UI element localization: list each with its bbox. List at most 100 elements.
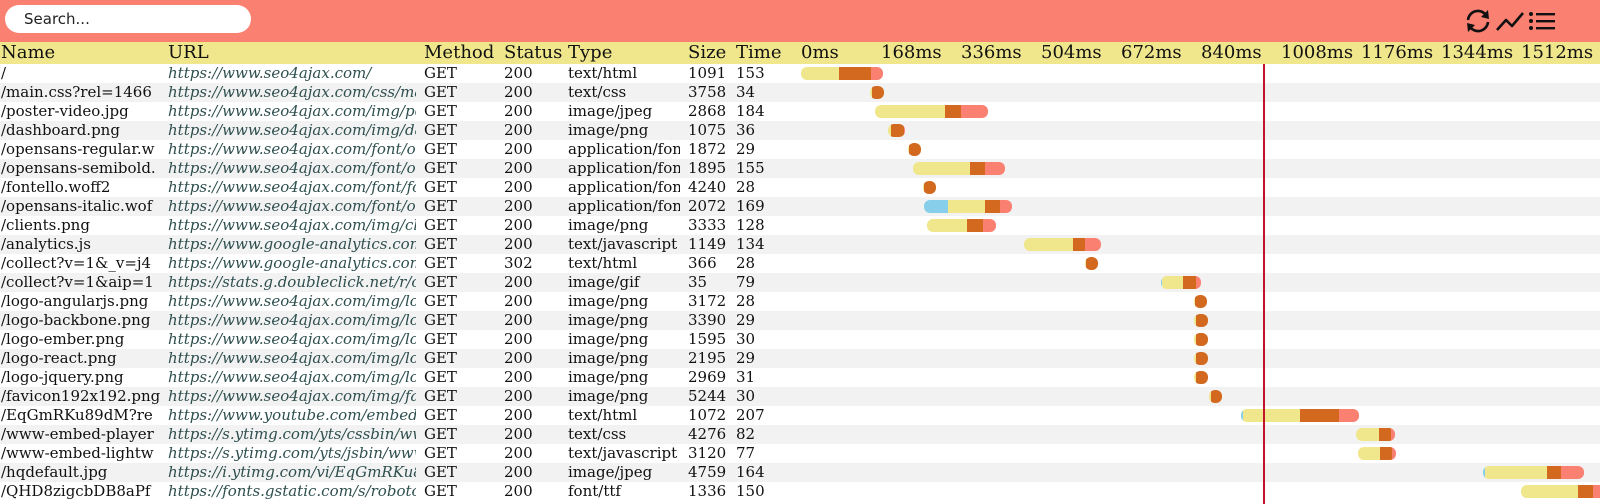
request-name: /logo-jquery.png [1,368,124,386]
request-name: /logo-ember.png [1,330,125,348]
request-row[interactable]: / https://www.seo4ajax.com/GET 200 text/htm… [0,64,1600,83]
waterfall-bar[interactable] [1084,257,1098,270]
waterfall-bar[interactable] [1241,409,1360,422]
waiting-segment [1521,485,1579,498]
column-header-time[interactable]: Time [736,42,796,64]
waterfall-bar[interactable] [913,162,1006,175]
request-row[interactable]: /collect?v=1&aip=1 https://stats.g.double… [0,273,1600,292]
request-type: image/png [568,292,649,310]
request-type: image/png [568,311,649,329]
request-size: 35 [688,273,708,291]
column-header-method[interactable]: Method [424,42,502,64]
request-method: GET [424,83,457,101]
waterfall-bar[interactable] [801,67,883,80]
request-row[interactable]: /hqdefault.jpg https://i.ytimg.com/vi/EqG… [0,463,1600,482]
receiving-segment [1086,257,1098,270]
waiting-segment [1242,409,1301,422]
request-size: 1072 [688,406,727,424]
request-row[interactable]: /QHD8zigcbDB8aPf https://fonts.gstatic.co… [0,482,1600,501]
request-row[interactable]: /logo-react.png https://www.seo4ajax.com/… [0,349,1600,368]
waterfall-bar[interactable] [1194,314,1208,327]
request-type: image/png [568,368,649,386]
waterfall-bar[interactable] [1194,333,1208,346]
request-type: application/font-woff [568,178,680,196]
request-time: 31 [736,368,756,386]
waterfall-bar[interactable] [874,105,989,118]
request-status: 200 [504,387,533,405]
processing-segment [1000,200,1013,213]
request-url: https://stats.g.doubleclick.net/r/collec… [168,273,416,291]
request-status: 200 [504,406,533,424]
waterfall-bar[interactable] [1356,428,1396,441]
request-size: 2868 [688,102,727,120]
waterfall-bar[interactable] [1194,371,1208,384]
chart-icon[interactable] [1494,6,1526,36]
request-size: 2195 [688,349,727,367]
waterfall-bar[interactable] [923,181,937,194]
waterfall-bar[interactable] [908,143,922,156]
request-row[interactable]: /fontello.woff2 https://www.seo4ajax.com/… [0,178,1600,197]
request-status: 200 [504,197,533,215]
request-status: 200 [504,83,533,101]
list-icon[interactable] [1526,6,1558,36]
request-row[interactable]: /dashboard.png https://www.seo4ajax.com/i… [0,121,1600,140]
request-type: text/css [568,83,627,101]
request-row[interactable]: /opensans-semibold. https://www.seo4ajax.… [0,159,1600,178]
request-row[interactable]: /analytics.js https://www.google-analytic… [0,235,1600,254]
request-row[interactable]: /logo-angularjs.png https://www.seo4ajax.… [0,292,1600,311]
request-row[interactable]: /logo-ember.png https://www.seo4ajax.com/… [0,330,1600,349]
waterfall-bar[interactable] [927,219,996,232]
waterfall-bar[interactable] [1521,485,1600,498]
column-header-type[interactable]: Type [568,42,688,64]
request-name: /EqGmRKu89dM?re [1,406,153,424]
receiving-segment [1195,371,1208,384]
request-time: 77 [736,444,756,462]
request-row[interactable]: /logo-jquery.png https://www.seo4ajax.com… [0,368,1600,387]
receiving-segment [1210,390,1223,403]
processing-segment [1392,447,1397,460]
waterfall-bar[interactable] [1194,352,1208,365]
request-name: /main.css?rel=1466 [1,83,152,101]
waterfall-bar[interactable] [923,200,1013,213]
request-row[interactable]: /EqGmRKu89dM?re https://www.youtube.com/e… [0,406,1600,425]
request-status: 200 [504,292,533,310]
waterfall-bar[interactable] [1023,238,1101,251]
column-header-url[interactable]: URL [168,42,413,64]
request-row[interactable]: /opensans-regular.w https://www.seo4ajax.… [0,140,1600,159]
waterfall-bar[interactable] [1194,295,1208,308]
request-type: font/ttf [568,482,621,500]
request-status: 200 [504,463,533,481]
waterfall-bar[interactable] [888,124,906,137]
waterfall-bar[interactable] [870,86,885,99]
request-row[interactable]: /logo-backbone.png https://www.seo4ajax.c… [0,311,1600,330]
request-status: 200 [504,425,533,443]
request-url: https://www.youtube.com/embed/EqGmRKu89d… [168,406,416,424]
column-header-name[interactable]: Name [1,42,161,64]
request-row[interactable]: /clients.png https://www.seo4ajax.com/img… [0,216,1600,235]
waterfall-bar[interactable] [1209,390,1223,403]
request-row[interactable]: /opensans-italic.wof https://www.seo4ajax… [0,197,1600,216]
waiting-segment [1356,428,1380,441]
request-method: GET [424,159,457,177]
request-type: image/png [568,387,649,405]
waterfall-bar[interactable] [1358,447,1397,460]
search-input[interactable] [5,5,251,33]
request-row[interactable]: /favicon192x192.png https://www.seo4ajax.… [0,387,1600,406]
request-status: 200 [504,159,533,177]
waterfall-bar[interactable] [1483,466,1584,479]
request-time: 28 [736,178,756,196]
request-name: /clients.png [1,216,90,234]
request-status: 200 [504,121,533,139]
column-header-status[interactable]: Status [504,42,564,64]
waiting-segment [1484,466,1547,479]
request-row[interactable]: /poster-video.jpg https://www.seo4ajax.co… [0,102,1600,121]
request-name: /fontello.woff2 [1,178,111,196]
column-header-size[interactable]: Size [688,42,734,64]
waterfall-bar[interactable] [1161,276,1201,289]
receiving-segment [1195,333,1208,346]
refresh-icon[interactable] [1462,6,1494,36]
request-row[interactable]: /collect?v=1&_v=j4 https://www.google-ana… [0,254,1600,273]
request-row[interactable]: /www-embed-player https://s.ytimg.com/yts… [0,425,1600,444]
request-row[interactable]: /main.css?rel=1466 https://www.seo4ajax.c… [0,83,1600,102]
request-row[interactable]: /www-embed-lightw https://s.ytimg.com/yts… [0,444,1600,463]
